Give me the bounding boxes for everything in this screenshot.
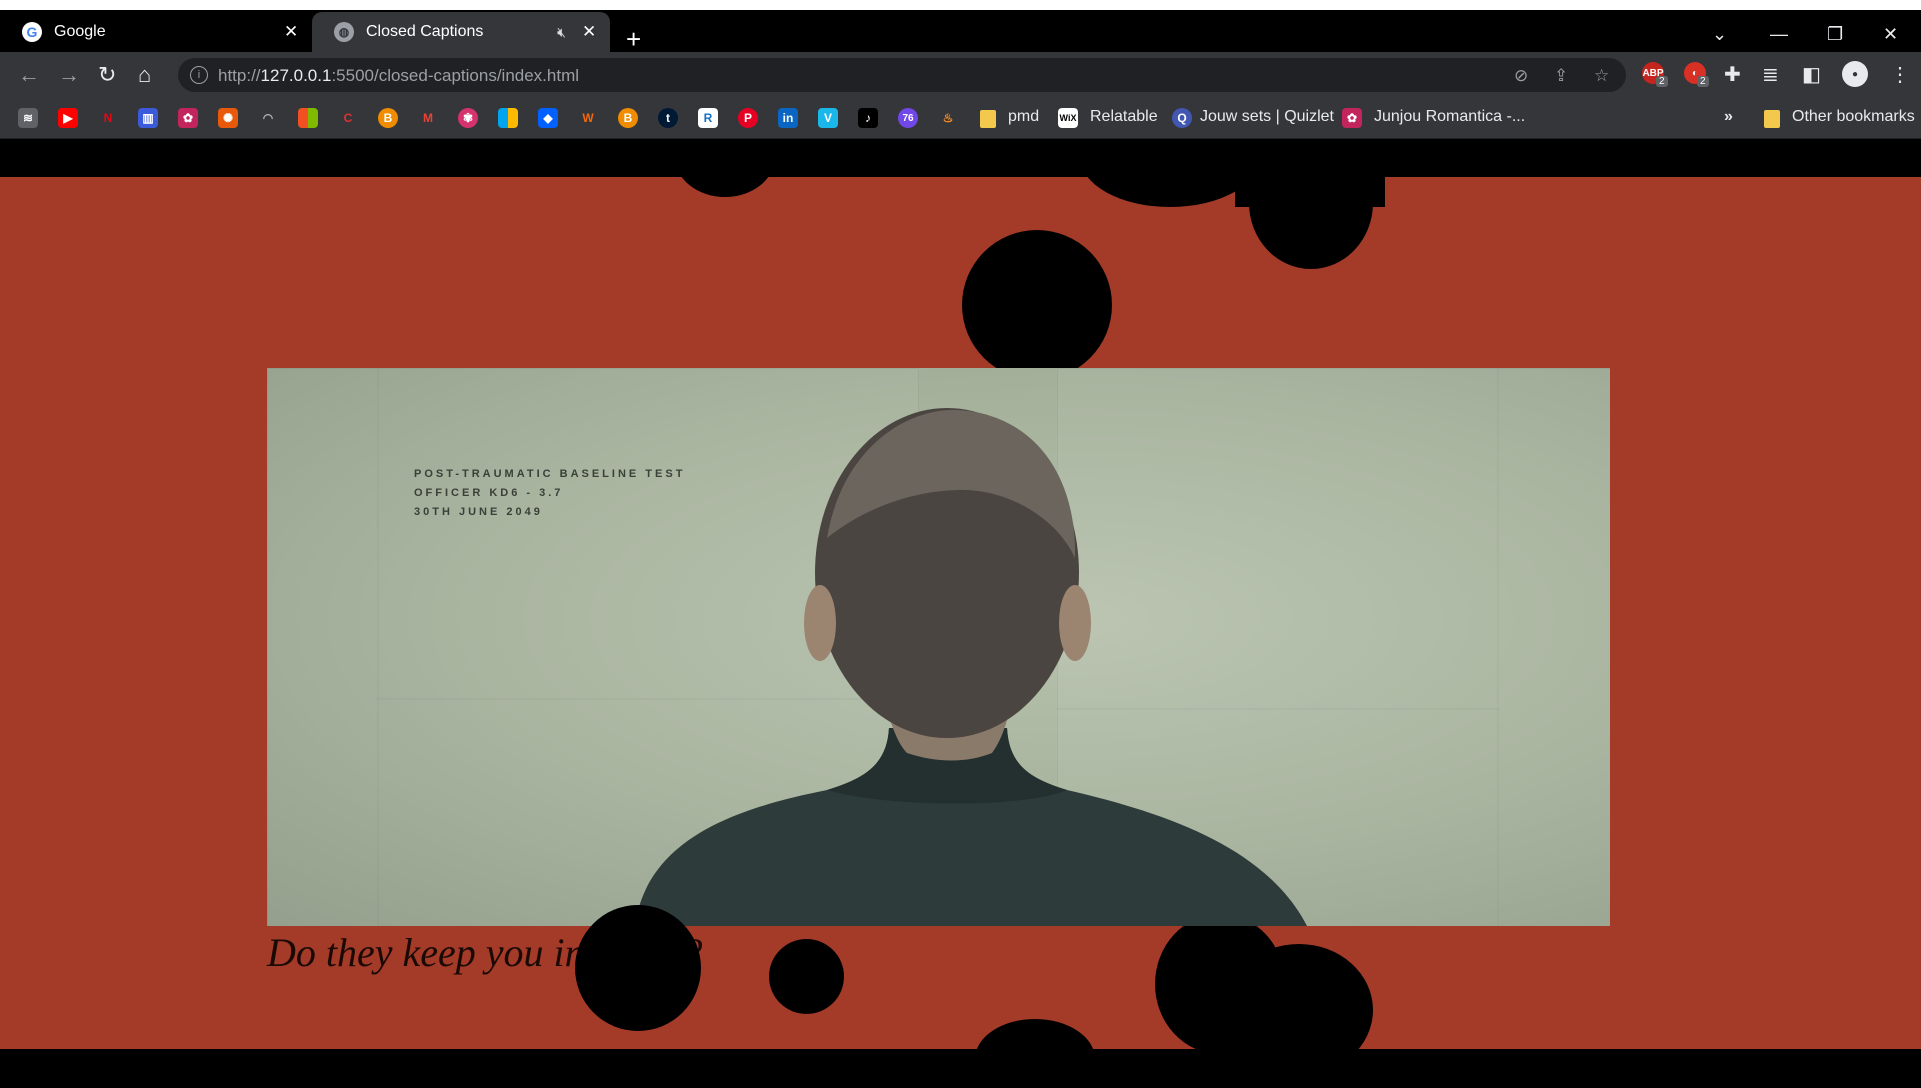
c-icon[interactable]: C bbox=[338, 108, 358, 128]
folder-icon bbox=[1764, 110, 1780, 128]
other-bookmarks[interactable]: Other bookmarks bbox=[1792, 108, 1915, 126]
youtube-icon[interactable]: ▶ bbox=[58, 108, 78, 128]
anime-icon: ✿ bbox=[1342, 108, 1362, 128]
tab-closed-captions[interactable]: ◍ Closed Captions 🔇︎ ✕ bbox=[312, 12, 610, 52]
bookmarks-overflow-button[interactable]: » bbox=[1724, 108, 1733, 126]
fire-icon[interactable]: ♨ bbox=[938, 108, 958, 128]
blogger-icon[interactable]: B bbox=[618, 108, 638, 128]
sun-icon[interactable]: ✺ bbox=[218, 108, 238, 128]
page-viewport: POST-TRAUMATIC BASELINE TEST OFFICER KD6… bbox=[0, 139, 1921, 1088]
bookmark-star-icon[interactable]: ☆ bbox=[1594, 66, 1609, 86]
wifi-icon[interactable]: ◠ bbox=[258, 108, 278, 128]
menu-kebab-icon[interactable]: ⋮ bbox=[1890, 62, 1910, 87]
tab-title: Google bbox=[54, 23, 106, 40]
caption-stage: POST-TRAUMATIC BASELINE TEST OFFICER KD6… bbox=[0, 139, 1921, 1088]
browser-toolbar: ← → ↻ ⌂ i http://127.0.0.1:5500/closed-c… bbox=[0, 52, 1921, 98]
reload-icon[interactable]: ↻ bbox=[98, 62, 116, 88]
mute-tab-icon[interactable]: 🔇︎ bbox=[557, 24, 566, 41]
bookmark-pmd[interactable]: pmd bbox=[1008, 108, 1039, 126]
bookmark-icon[interactable]: ▥ bbox=[138, 108, 158, 128]
microsoft-icon[interactable] bbox=[298, 108, 318, 128]
gmail-icon[interactable]: M bbox=[418, 108, 438, 128]
close-tab-icon[interactable]: ✕ bbox=[582, 22, 596, 42]
address-bar[interactable]: i http://127.0.0.1:5500/closed-captions/… bbox=[178, 58, 1626, 92]
window-top-strip bbox=[0, 0, 1921, 10]
restore-button[interactable]: ❐ bbox=[1827, 24, 1843, 45]
quizlet-icon: Q bbox=[1172, 108, 1192, 128]
netflix-icon[interactable]: N bbox=[98, 108, 118, 128]
r-icon[interactable]: R bbox=[698, 108, 718, 128]
tab-title: Closed Captions bbox=[366, 23, 484, 40]
vimeo-icon[interactable]: V bbox=[818, 108, 838, 128]
tumblr-icon[interactable]: t bbox=[658, 108, 678, 128]
side-panel-icon[interactable]: ◧ bbox=[1802, 62, 1821, 87]
share-icon[interactable]: ⇪ bbox=[1554, 66, 1568, 86]
wix-icon: WiX bbox=[1058, 108, 1078, 128]
bookmark-junjou-romantica[interactable]: Junjou Romantica -... bbox=[1374, 108, 1525, 126]
person-silhouette bbox=[635, 408, 1307, 926]
folder-icon bbox=[980, 110, 996, 128]
anime-icon[interactable]: ✿ bbox=[178, 108, 198, 128]
globe-icon: ◍ bbox=[334, 22, 354, 42]
ink-blob bbox=[575, 905, 701, 1031]
video-player[interactable]: POST-TRAUMATIC BASELINE TEST OFFICER KD6… bbox=[267, 368, 1610, 926]
ink-blob bbox=[975, 1019, 1095, 1088]
home-icon[interactable]: ⌂ bbox=[138, 62, 151, 88]
extensions-puzzle-icon[interactable]: ✚ bbox=[1724, 62, 1741, 87]
tab-google[interactable]: G Google ✕ bbox=[0, 12, 306, 52]
site-info-icon[interactable]: i bbox=[190, 66, 208, 84]
google-icon: G bbox=[22, 22, 42, 42]
badge-icon[interactable]: 76 bbox=[898, 108, 918, 128]
media-controls-icon[interactable]: ≣ bbox=[1762, 62, 1779, 87]
bookmarks-bar: ≋ ▶ N ▥ ✿ ✺ ◠ C B M ✾ ◆ W B t R P in V ♪… bbox=[0, 98, 1921, 139]
minimize-button[interactable]: — bbox=[1770, 24, 1788, 45]
pinterest-icon[interactable]: P bbox=[738, 108, 758, 128]
forward-icon[interactable]: → bbox=[58, 62, 80, 88]
ink-blob bbox=[675, 139, 775, 197]
ink-blob bbox=[962, 230, 1112, 380]
close-window-button[interactable]: ✕ bbox=[1883, 24, 1898, 45]
dropbox-icon[interactable]: ◆ bbox=[538, 108, 558, 128]
blogger-icon[interactable]: B bbox=[378, 108, 398, 128]
profile-avatar[interactable]: ● bbox=[1842, 61, 1868, 87]
ink-blob bbox=[1080, 139, 1260, 207]
linkedin-icon[interactable]: in bbox=[778, 108, 798, 128]
url-text: http://127.0.0.1:5500/closed-captions/in… bbox=[218, 66, 580, 85]
back-icon[interactable]: ← bbox=[18, 62, 40, 88]
bookmark-relatable[interactable]: Relatable bbox=[1090, 108, 1158, 126]
extension-badge: 2 bbox=[1656, 76, 1668, 87]
tab-search-icon[interactable]: ⌄ bbox=[1712, 24, 1727, 45]
flower-icon[interactable]: ✾ bbox=[458, 108, 478, 128]
tab-bar: G Google ✕ ◍ Closed Captions 🔇︎ ✕ + ⌄ — … bbox=[0, 10, 1921, 55]
ink-blob bbox=[1235, 167, 1385, 207]
extension-badge: 2 bbox=[1697, 76, 1709, 87]
wattpad-icon[interactable]: W bbox=[578, 108, 598, 128]
microsoft-store-icon[interactable] bbox=[498, 108, 518, 128]
tiktok-icon[interactable]: ♪ bbox=[858, 108, 878, 128]
close-tab-icon[interactable]: ✕ bbox=[284, 22, 298, 42]
new-tab-button[interactable]: + bbox=[626, 24, 641, 55]
layers-icon[interactable]: ≋ bbox=[18, 108, 38, 128]
ink-blob bbox=[1225, 944, 1373, 1076]
bookmark-quizlet[interactable]: Jouw sets | Quizlet bbox=[1200, 108, 1334, 126]
ink-blob bbox=[769, 939, 844, 1014]
eye-off-icon[interactable]: ⊘ bbox=[1514, 66, 1528, 86]
